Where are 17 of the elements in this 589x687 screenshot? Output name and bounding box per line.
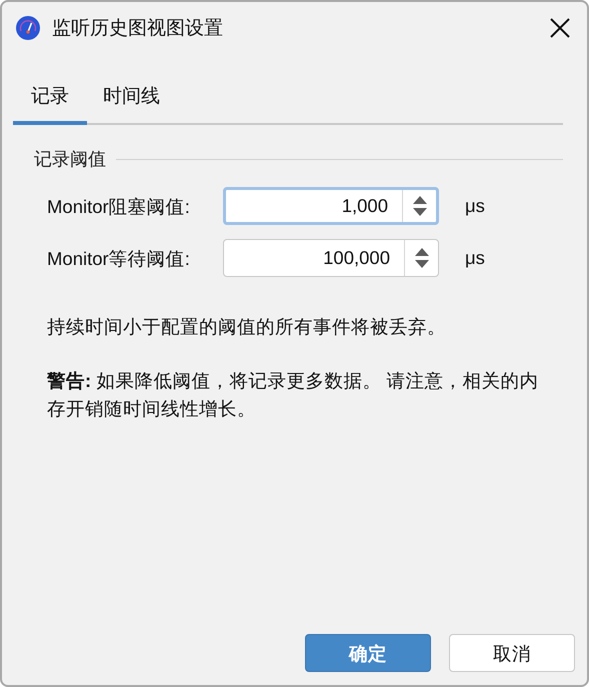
tab[interactable]: 记录: [13, 74, 87, 125]
spin-box[interactable]: 100,000: [223, 239, 439, 277]
cancel-button[interactable]: 取消: [449, 634, 575, 672]
note-text: 持续时间小于配置的阈值的所有事件将被丢弃。: [47, 315, 447, 339]
unit-label: μs: [465, 195, 485, 217]
field-label: Monitor阻塞阈值:: [47, 194, 191, 218]
group-title: 记录阈值: [34, 148, 106, 171]
gauge-icon: [16, 16, 40, 40]
window-title: 监听历史图视图设置: [52, 17, 224, 41]
ok-button[interactable]: 确定: [305, 634, 431, 672]
field-label: Monitor等待阈值:: [47, 246, 191, 270]
unit-label: μs: [465, 247, 485, 269]
number-field[interactable]: 1,000: [226, 190, 402, 222]
tab[interactable]: 时间线: [87, 74, 176, 125]
note-text: 警告: 如果降低阈值，将记录更多数据。 请注意，相关的内存开销随时间线性增长。: [47, 369, 540, 421]
spin-box[interactable]: 1,000: [223, 187, 439, 225]
number-field[interactable]: 100,000: [224, 240, 404, 276]
